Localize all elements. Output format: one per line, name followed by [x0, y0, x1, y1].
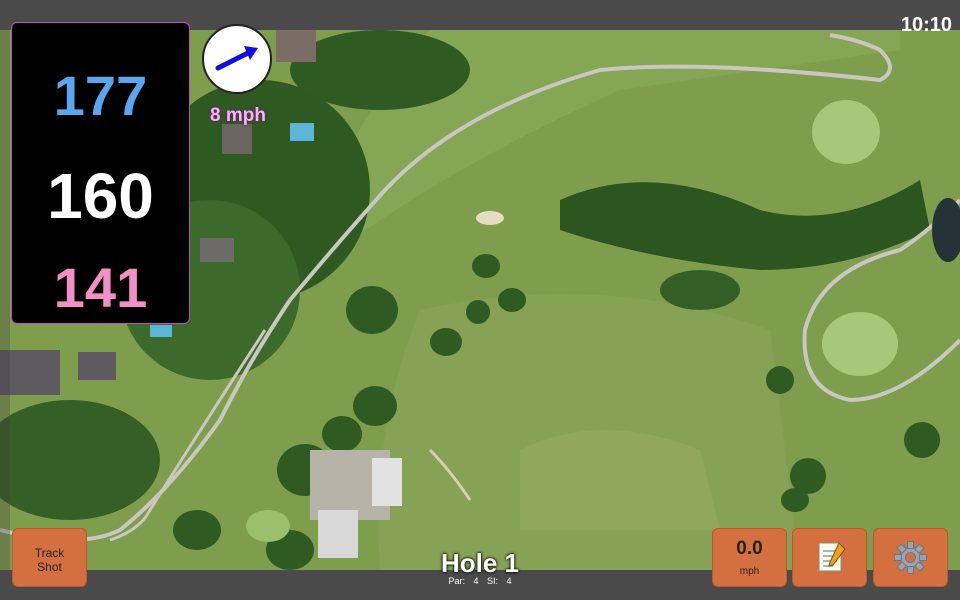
settings-button[interactable] — [873, 528, 948, 587]
shot-speed-button[interactable]: 0.0 mph — [712, 528, 787, 587]
front-distance: 141 — [53, 256, 148, 319]
hole-info: Par: 4 SI: 4 — [380, 576, 580, 586]
distance-panel[interactable]: 177 160 141 — [11, 22, 190, 324]
gear-icon — [894, 541, 927, 574]
middle-distance: 160 — [47, 160, 154, 232]
track-shot-button[interactable]: Track Shot — [12, 528, 87, 587]
wind-direction-indicator — [202, 24, 272, 94]
arrow-icon — [215, 46, 258, 71]
speed-value: 0.0 — [736, 538, 763, 559]
track-shot-label-line2: Shot — [37, 560, 62, 574]
status-clock: 10:10 — [900, 14, 952, 36]
notepad-icon — [818, 542, 846, 572]
wind-speed-label: 8 mph — [210, 105, 266, 126]
hole-title: Hole 1 — [440, 548, 520, 578]
hole-stroke-index: SI: 4 — [487, 576, 512, 586]
hole-par: Par: 4 — [448, 576, 479, 586]
track-shot-label-line1: Track — [34, 546, 65, 560]
speed-unit: mph — [739, 566, 760, 577]
back-distance: 177 — [53, 64, 148, 127]
notes-button[interactable] — [792, 528, 867, 587]
